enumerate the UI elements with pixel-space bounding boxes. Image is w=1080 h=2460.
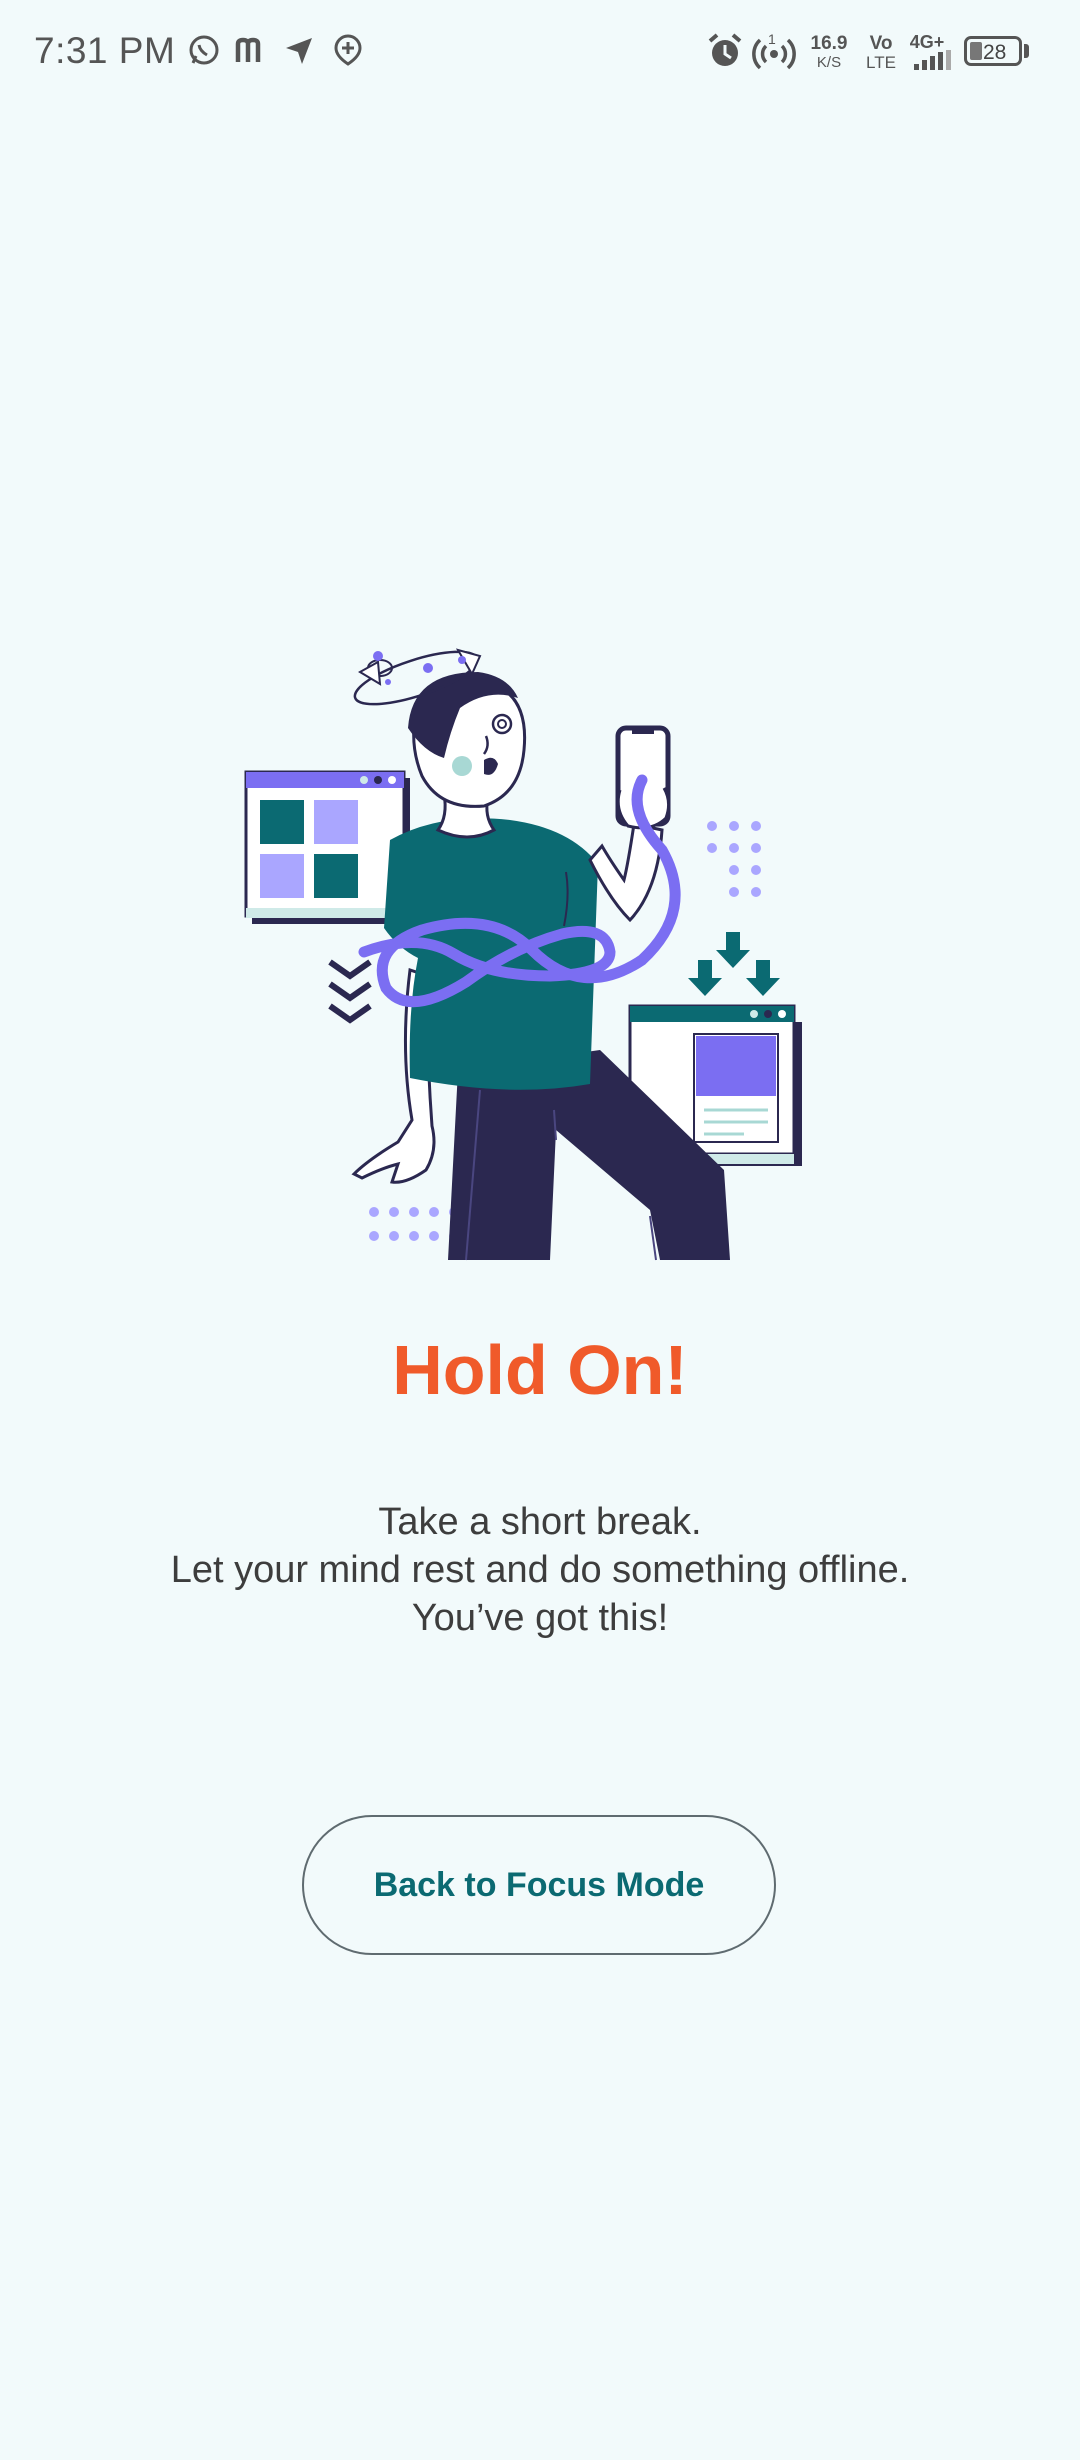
location-add-icon — [334, 34, 362, 66]
page-title: Hold On! — [392, 1331, 688, 1409]
distracted-person-illustration — [244, 648, 802, 1261]
whatsapp-icon — [189, 35, 219, 65]
hotspot-count: 1 — [768, 31, 776, 47]
alarm-icon — [708, 33, 742, 66]
dots-graphic — [707, 821, 761, 897]
volte-top: Vo — [869, 33, 893, 54]
download-arrows-graphic — [688, 932, 780, 996]
back-to-focus-mode-button[interactable]: Back to Focus Mode — [302, 1815, 776, 1955]
message-line: Take a short break. — [378, 1501, 702, 1543]
message-line: You’ve got this! — [411, 1597, 669, 1639]
signal-icon — [914, 50, 951, 70]
chevrons-down-graphic — [328, 959, 372, 1024]
volte-bottom: LTE — [866, 53, 896, 72]
status-bar: 7:31 PM 1 16.9 K/S Vo LTE 4G+ 28 — [0, 0, 1080, 110]
send-icon — [286, 38, 312, 64]
status-time: 7:31 PM — [34, 30, 176, 71]
message-line: Let your mind rest and do something offl… — [170, 1549, 910, 1591]
battery-level: 28 — [983, 41, 1007, 64]
left-window-graphic — [244, 770, 410, 924]
battery-icon: 28 — [964, 36, 1022, 66]
break-message: Take a short break. Let your mind rest a… — [0, 1498, 1080, 1642]
net-speed-value: 16.9 — [810, 33, 848, 54]
m-app-icon — [235, 37, 261, 62]
net-speed-unit: K/S — [816, 54, 842, 71]
